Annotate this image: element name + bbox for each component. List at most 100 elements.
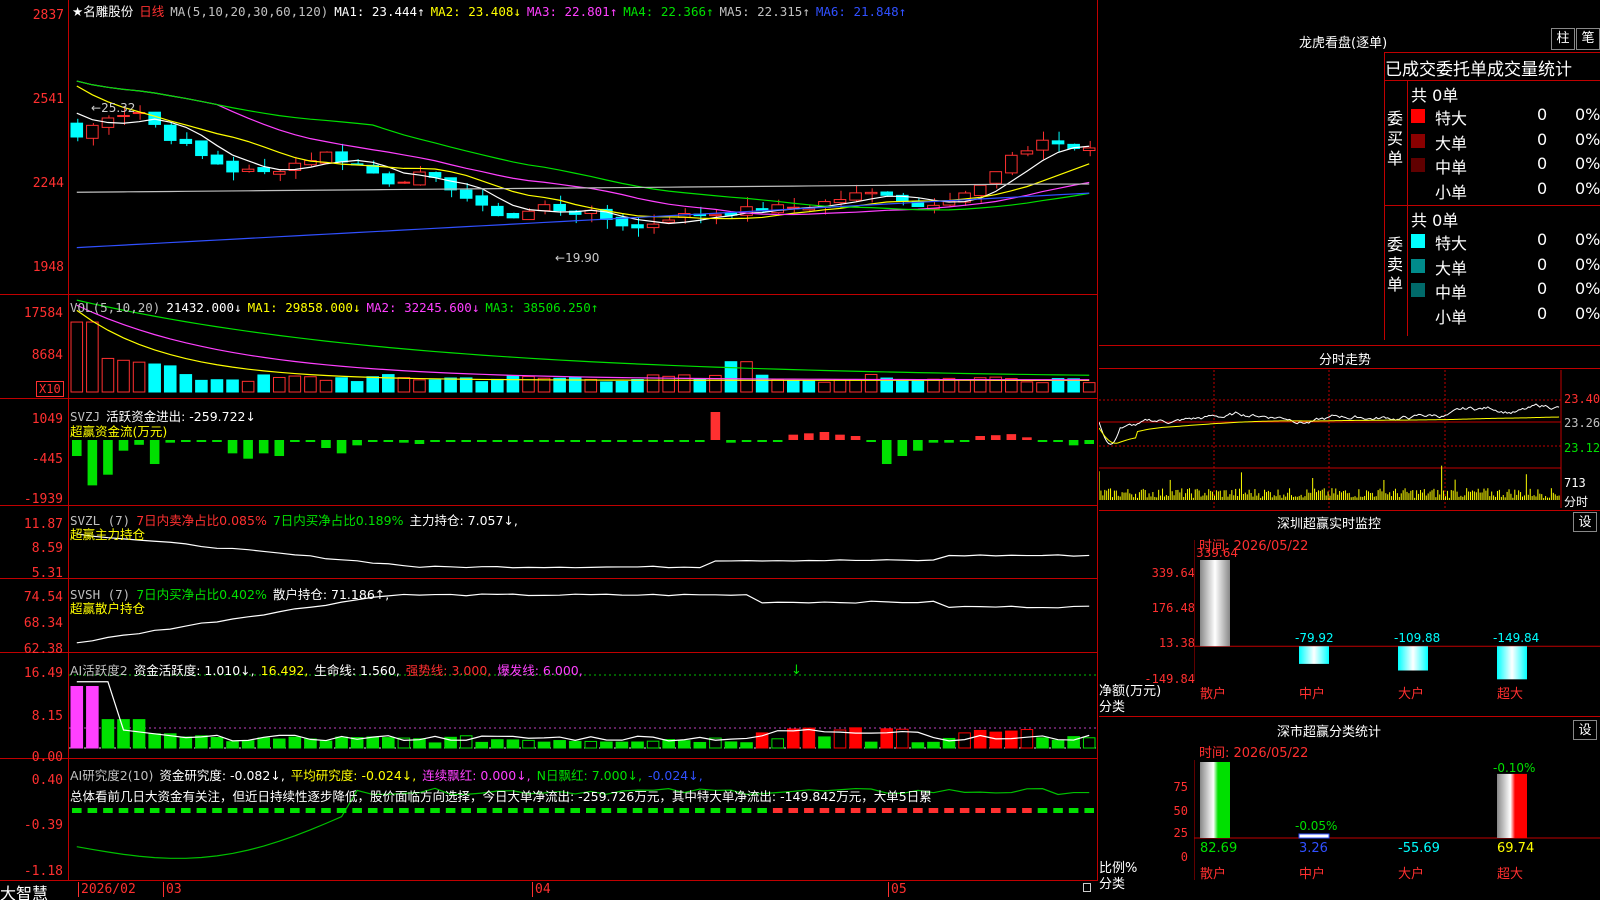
sz-class-axis-label: 0 [1180, 850, 1188, 864]
activity-bar [880, 728, 894, 749]
ma4-value: MA4: 22.366↑ [623, 4, 714, 19]
research-bar [554, 808, 565, 813]
activity-bar [257, 737, 270, 749]
low-annotation: ←19.90 [555, 251, 599, 265]
research-bar [835, 808, 845, 813]
ai-active-title: AI活跃度2 [70, 663, 128, 678]
research-bar [181, 808, 191, 813]
ai-active-burst: 爆发线: 6.000, [497, 663, 583, 678]
volume-bar [833, 379, 847, 393]
order-row: 特大 0 0% [1411, 105, 1600, 128]
research-bar [741, 808, 752, 813]
ai-research-red: 连续飘红: 0.000↓, [422, 768, 531, 783]
svsh-hold: 散户持仓: 71.186↑, [272, 587, 390, 602]
svsh-axis-label: 62.38 [23, 642, 63, 657]
lock-icon[interactable] [1083, 883, 1091, 892]
research-bar [72, 808, 82, 813]
ratio-bar [1200, 762, 1230, 838]
volume-bar [615, 380, 629, 393]
candle [880, 191, 894, 196]
activity-bar [818, 736, 831, 749]
flow-bar [492, 440, 503, 442]
vol-axis-label: 8684 [31, 348, 63, 363]
flow-bar [866, 440, 876, 442]
research-bar [305, 808, 316, 813]
candle [989, 171, 1003, 184]
volume-bar [148, 363, 161, 393]
intraday-title: 分时走势 [1319, 353, 1372, 368]
activity-bar [740, 742, 753, 749]
research-bar [648, 808, 658, 813]
vol-ma-line [76, 309, 1090, 381]
volume-bar [475, 381, 489, 393]
volume-bar [864, 373, 878, 393]
candle [117, 115, 130, 118]
intraday-chart[interactable] [1099, 370, 1600, 510]
order-pct: 0% [1575, 303, 1600, 323]
price-axis-label: 1948 [32, 260, 64, 275]
activity-bar [537, 741, 551, 749]
activity-bar [724, 741, 738, 749]
chart-area[interactable]: 2837 2541 2244 1948 17584 8684 X10 1049 … [0, 0, 1098, 881]
order-count: 0 [1537, 303, 1548, 323]
volume-bar [163, 365, 177, 393]
ma5-value: MA5: 22.315↑ [719, 4, 810, 19]
research-bar [850, 808, 861, 813]
ai-research-last: -0.024↓, [647, 768, 703, 783]
flow-bar [648, 440, 658, 442]
candle [226, 160, 239, 173]
flow-bar [523, 440, 534, 442]
volume-bar [740, 361, 753, 393]
flow-bar [570, 440, 580, 442]
research-bar [928, 808, 939, 813]
research-bar [227, 808, 238, 813]
ratio-bar [1497, 773, 1527, 838]
volume-bar [491, 378, 504, 393]
sz-monitor-chart[interactable]: 339.64 散户 -79.92 中户 -109.88 大户 -149.84 超大 [1194, 540, 1600, 715]
buy-group-label: 委买单 [1387, 109, 1404, 168]
candle [631, 224, 644, 229]
brand-logo[interactable]: 大智慧 [0, 880, 48, 900]
research-bar [975, 808, 985, 813]
ratio-top-label: -0.10% [1493, 761, 1535, 775]
activity-bar [1082, 737, 1096, 749]
order-row: 特大 0 0% [1411, 230, 1600, 253]
period-label[interactable]: 日线 [139, 4, 164, 19]
bar-mode-button[interactable]: 柱 [1551, 28, 1575, 50]
flow-bar [274, 440, 285, 457]
research-bar [321, 808, 331, 813]
sz-monitor-xlabel: 分类 [1099, 700, 1126, 715]
sz-monitor-axis-label: 13.38 [1158, 636, 1195, 650]
volume-bar [818, 381, 831, 393]
research-bar [383, 808, 394, 813]
flow-bar [632, 440, 643, 442]
vol-header: VOL(5,10,20) 21432.000↓ MA1: 29858.000↓ MA2… [70, 300, 604, 315]
sz-class-settings-button[interactable]: 设 [1573, 720, 1597, 740]
ratio-bottom-label: 3.26 [1299, 841, 1328, 856]
tick-mode-button[interactable]: 笔 [1576, 28, 1600, 50]
category-label: 超大 [1497, 867, 1523, 882]
research-bar [196, 808, 207, 813]
research-bar [414, 808, 425, 813]
sz-class-chart[interactable]: +0.22% 82.69 散户 -0.05% 3.26 中户 -55.69 大户 -0.10% 6… [1194, 760, 1600, 900]
stock-name[interactable]: ★名雕股份 [72, 4, 133, 19]
sz-class-time: 时间: 2026/05/22 [1199, 746, 1309, 761]
research-bar [430, 808, 440, 813]
research-bar [1006, 808, 1017, 813]
sz-class-axis-label: 25 [1173, 826, 1188, 840]
order-type: 特大 [1435, 109, 1468, 128]
ma1-value: MA1: 23.444↑ [334, 4, 425, 19]
research-bar [445, 808, 456, 813]
category-label: 散户 [1200, 866, 1226, 882]
svzj-axis-label: 1049 [31, 412, 63, 427]
sz-monitor-settings-button[interactable]: 设 [1573, 512, 1597, 532]
research-bar [710, 808, 721, 813]
value-label: -109.88 [1394, 631, 1440, 645]
volume-bar [132, 361, 146, 393]
research-bar [103, 808, 113, 813]
order-type: 中单 [1435, 158, 1468, 177]
sell-group-label: 委卖单 [1387, 235, 1404, 294]
svzl-hold: 主力持仓: 7.057↓, [409, 513, 518, 528]
order-row: 小单 0 0% [1411, 179, 1600, 202]
volume-bar [70, 321, 84, 393]
